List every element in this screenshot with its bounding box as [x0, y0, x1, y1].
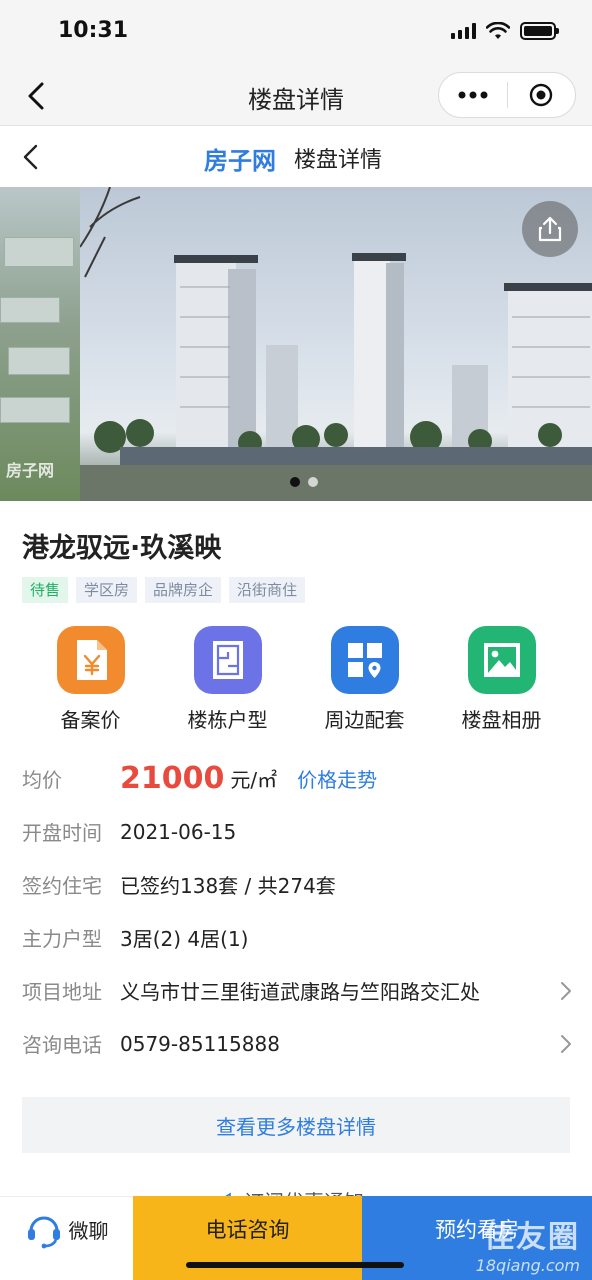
more-dots-button[interactable]	[439, 73, 507, 117]
headset-icon	[27, 1216, 60, 1249]
feature-label: 周边配套	[324, 708, 405, 732]
main-layout-row: 主力户型 3居(2) 4居(1)	[22, 911, 574, 964]
floor-plan-entry[interactable]: 楼栋户型	[159, 626, 296, 733]
main-layout-value: 3居(2) 4居(1)	[120, 927, 249, 951]
status-bar: 10:31	[0, 0, 592, 66]
map-grid-icon	[330, 626, 399, 694]
target-circle-icon	[530, 83, 553, 107]
signed-value: 已签约138套 / 共274套	[120, 874, 336, 898]
project-info: 均价 21000 元/㎡ 价格走势 开盘时间 2021-06-15 签约住宅 已…	[22, 752, 574, 1070]
feature-grid: 备案价 楼栋户型 周边配套 楼盘相册	[22, 626, 570, 733]
site-brand[interactable]: 房子网	[204, 141, 276, 176]
phone-row[interactable]: 咨询电话 0579-85115888	[22, 1017, 574, 1070]
surroundings-entry[interactable]: 周边配套	[296, 626, 433, 733]
previous-slide-image: 房子网	[0, 187, 80, 501]
banner-watermark: 房子网	[6, 461, 55, 480]
signal-icon	[451, 23, 476, 39]
carousel-dot[interactable]	[308, 477, 318, 487]
filing-price-entry[interactable]: 备案价	[22, 626, 159, 733]
tag-list: 待售 学区房 品牌房企 沿街商住	[22, 577, 306, 603]
project-title: 港龙驭远·玖溪映	[22, 533, 222, 564]
price-value: 21000	[120, 761, 225, 796]
open-date-row: 开盘时间 2021-06-15	[22, 805, 574, 858]
photo-album-entry[interactable]: 楼盘相册	[433, 626, 570, 733]
site-page-title: 楼盘详情	[294, 148, 383, 173]
chat-button[interactable]: 微聊	[0, 1196, 133, 1280]
home-indicator	[186, 1262, 404, 1268]
watermark-top: 佳友圈	[484, 1220, 580, 1255]
open-date-label: 开盘时间	[22, 821, 102, 845]
feature-label: 备案价	[60, 708, 121, 732]
status-time: 10:31	[58, 18, 129, 43]
yuan-document-icon	[56, 626, 125, 694]
floor-plan-icon	[193, 626, 262, 694]
photo-album-icon	[467, 626, 536, 694]
price-row: 均价 21000 元/㎡ 价格走势	[22, 752, 574, 805]
building-rendering-image	[79, 187, 592, 501]
phone-label: 咨询电话	[22, 1033, 102, 1057]
capsule-menu	[438, 72, 576, 118]
mini-program-nav: 楼盘详情	[0, 66, 592, 126]
share-icon	[538, 216, 562, 242]
address-value: 义乌市廿三里街道武康路与竺阳路交汇处	[120, 980, 480, 1004]
feature-tag: 沿街商住	[229, 577, 306, 603]
chevron-right-icon	[561, 982, 571, 1000]
watermark-bottom: 18qiang.com	[475, 1256, 580, 1275]
feature-tag: 学区房	[76, 577, 138, 603]
status-icons	[451, 22, 559, 40]
feature-tag: 品牌房企	[145, 577, 222, 603]
more-details-button[interactable]: 查看更多楼盘详情	[22, 1097, 570, 1153]
page: 10:31 楼盘详情 房子网 楼盘详情 房子网 港龙驭远·玖溪映 待售 学区房 …	[0, 0, 592, 1280]
carousel-indicator	[290, 477, 318, 487]
chat-label: 微聊	[68, 1219, 109, 1243]
main-layout-label: 主力户型	[22, 927, 102, 951]
back-chevron-icon[interactable]	[16, 141, 46, 173]
price-trend-link[interactable]: 价格走势	[297, 764, 377, 793]
price-unit: 元/㎡	[230, 768, 278, 792]
status-tag: 待售	[22, 577, 69, 603]
battery-icon	[520, 22, 559, 40]
close-mini-program-button[interactable]	[508, 73, 576, 117]
site-watermark: 佳友圈 18qiang.com	[476, 1212, 580, 1275]
address-row[interactable]: 项目地址 义乌市廿三里街道武康路与竺阳路交汇处	[22, 964, 574, 1017]
more-dots-icon	[458, 91, 488, 99]
signed-label: 签约住宅	[22, 874, 102, 898]
price-label: 均价	[22, 768, 62, 792]
chevron-right-icon	[561, 1035, 571, 1053]
signed-row: 签约住宅 已签约138套 / 共274套	[22, 858, 574, 911]
phone-value: 0579-85115888	[120, 1031, 280, 1056]
feature-label: 楼栋户型	[187, 708, 268, 732]
wifi-icon	[486, 22, 510, 39]
feature-label: 楼盘相册	[461, 708, 542, 732]
building-rendering-art	[79, 187, 592, 501]
open-date-value: 2021-06-15	[120, 819, 237, 844]
image-carousel[interactable]: 房子网	[0, 187, 592, 501]
share-button[interactable]	[522, 201, 578, 257]
carousel-dot[interactable]	[290, 477, 300, 487]
address-label: 项目地址	[22, 980, 102, 1004]
site-header: 房子网 楼盘详情	[0, 127, 592, 187]
